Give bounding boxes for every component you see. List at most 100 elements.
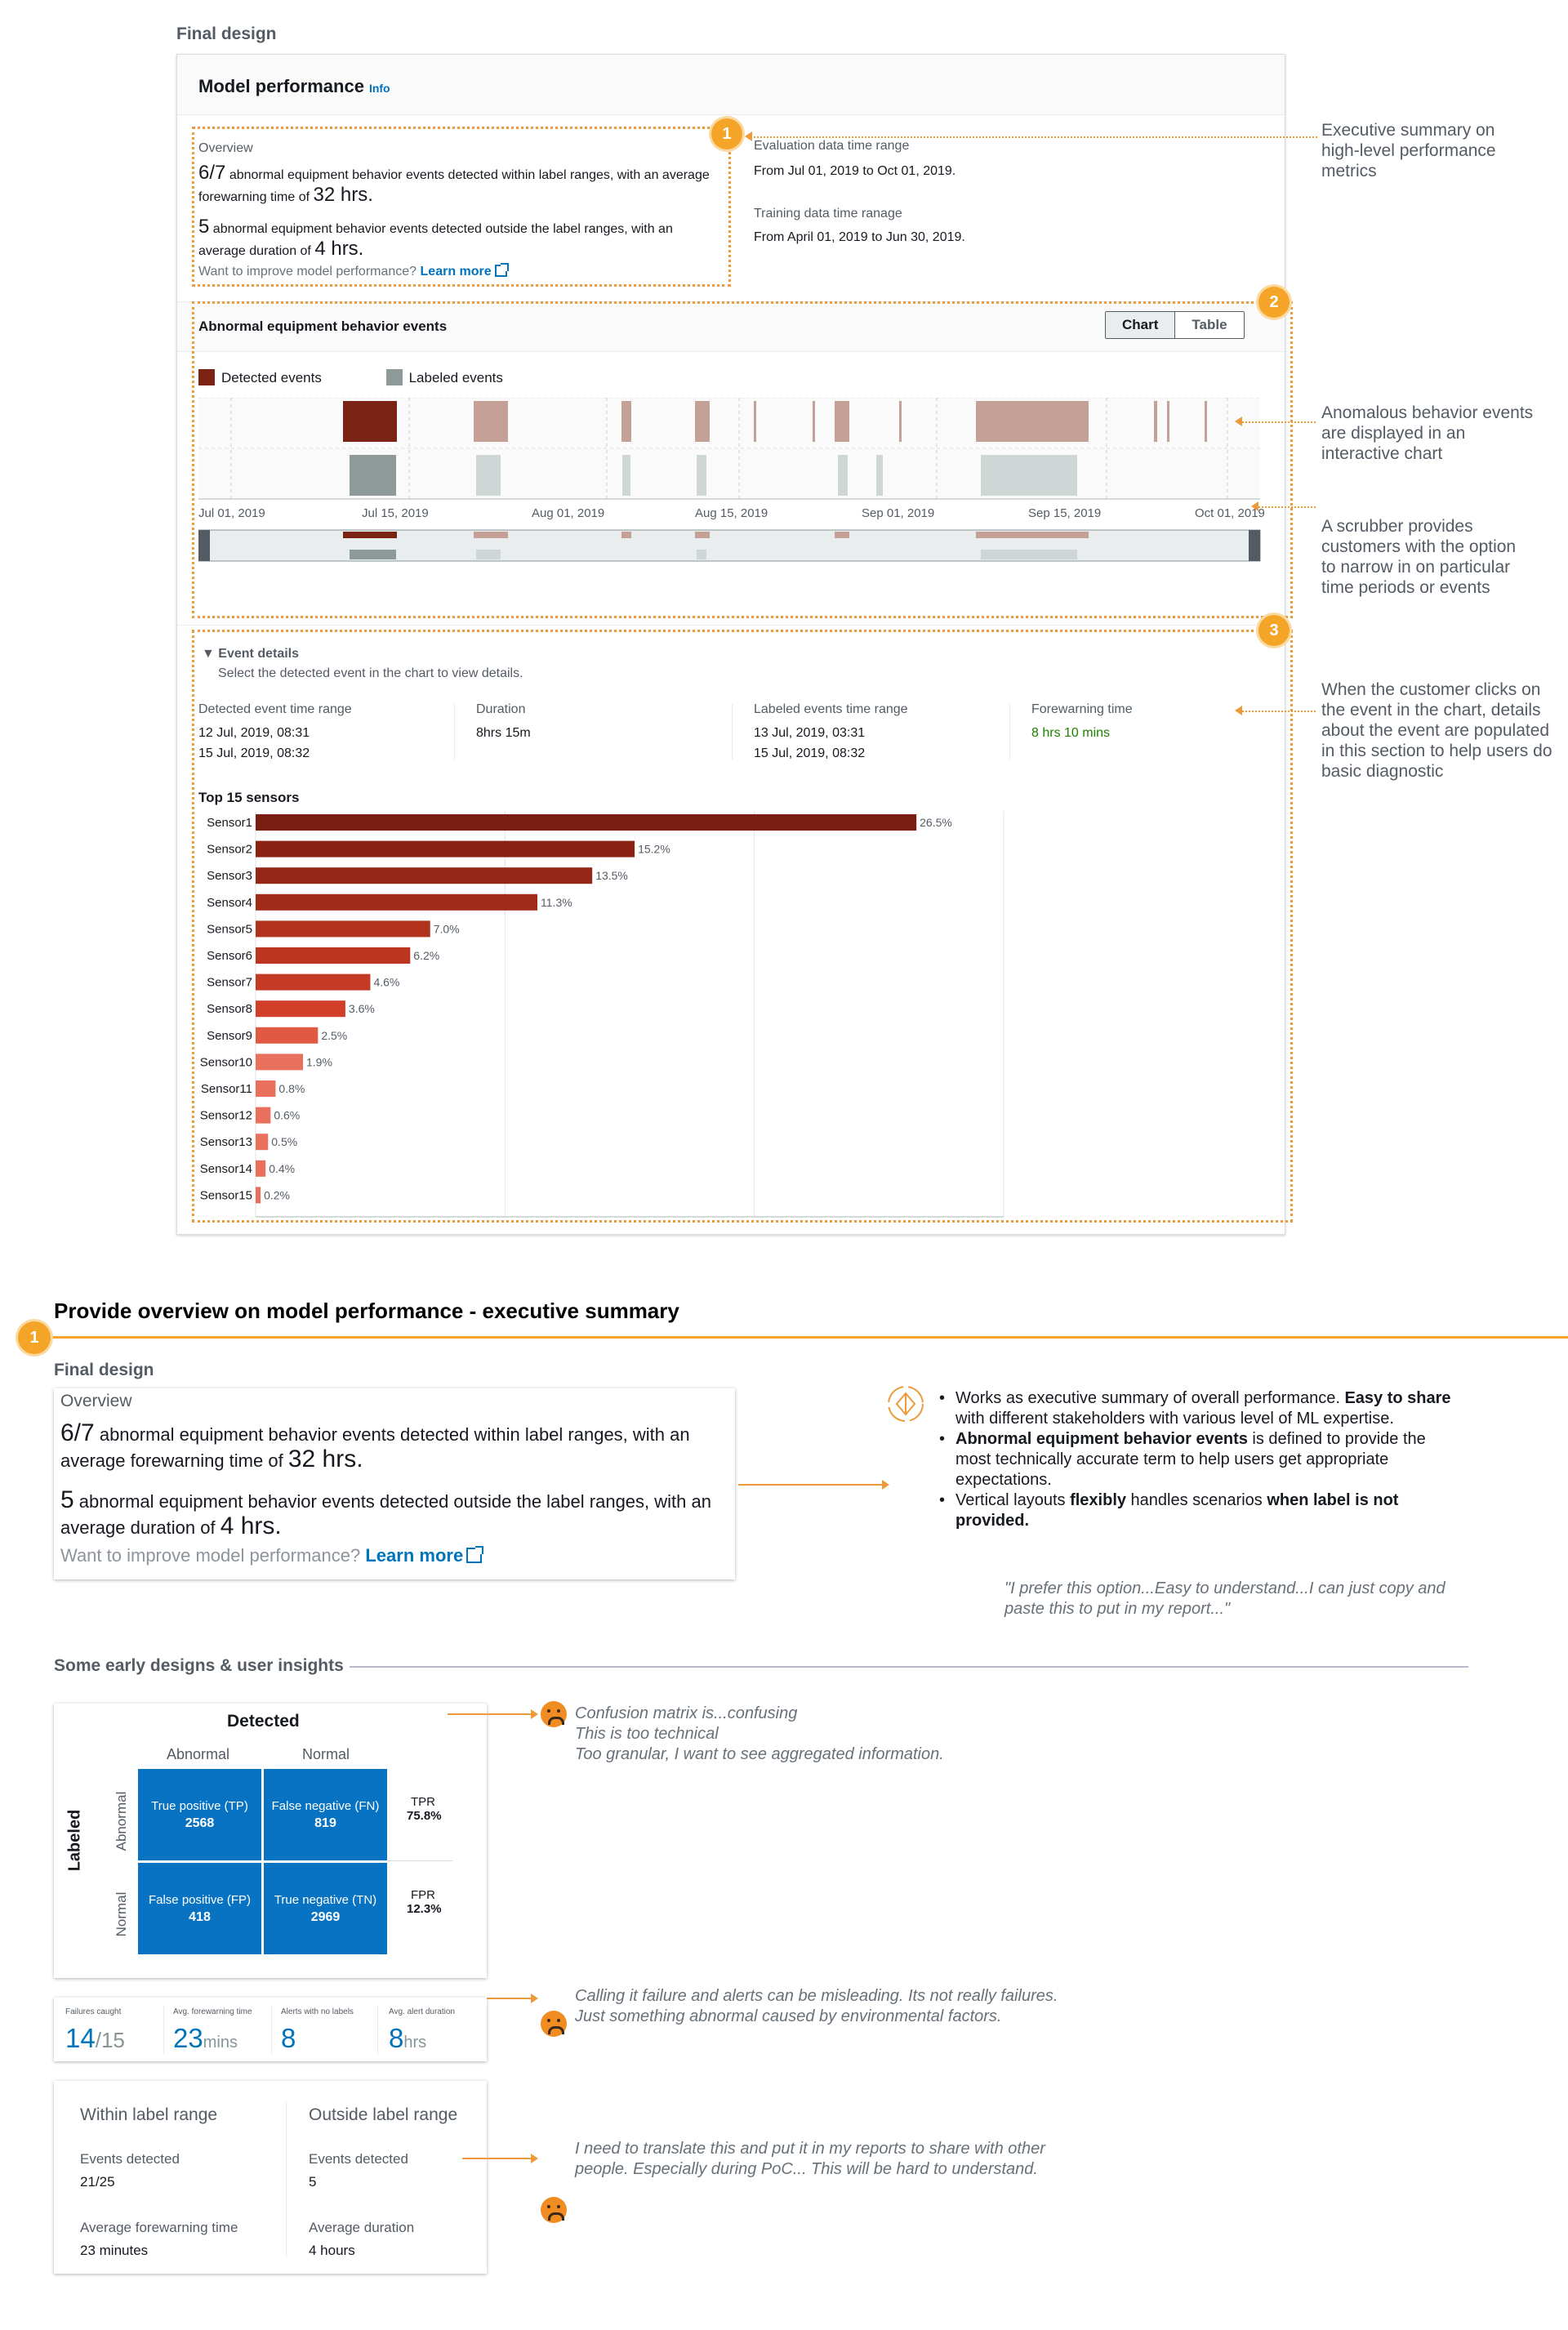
events-timeline[interactable]: Jul 01, 2019 Jul 15, 2019 Aug 01, 2019 A… [198, 398, 1285, 618]
metric-divider [163, 2006, 164, 2055]
cm-fn-value: 819 [314, 1815, 336, 1830]
improve-text: Want to improve model performance? [198, 265, 417, 278]
annotation-4-connector [1240, 711, 1316, 712]
range-insight-line: I need to translate this and put it in m… [575, 2140, 1045, 2158]
sensor-label: Sensor2 [207, 843, 252, 857]
tick-aug15: Aug 15, 2019 [695, 506, 768, 520]
badge-2: 2 [1258, 287, 1290, 318]
sensor-label: Sensor10 [200, 1055, 252, 1069]
bar-value-label: 0.6% [274, 1109, 300, 1122]
within-title: Within label range [80, 2105, 218, 2124]
cm-insight: Confusion matrix is...confusing This is … [575, 1704, 1147, 1765]
tick-jul01: Jul 01, 2019 [198, 506, 265, 520]
duration-value-detail: 8hrs 15m [476, 726, 531, 740]
legend-detected-swatch [198, 369, 215, 385]
forewarning-time-value: 8 hrs 10 mins [1031, 726, 1111, 740]
sensor-label: Sensor5 [207, 922, 252, 936]
top15-title: Top 15 sensors [198, 790, 300, 805]
final-design-label: Final design [176, 25, 277, 43]
cm-tpr-label: TPR [411, 1795, 435, 1809]
metric-item: Avg. alert duration 8hrs [389, 2007, 485, 2054]
benefit-bold: Abnormal equipment behavior events [956, 1430, 1248, 1448]
chart-toggle-button[interactable]: Chart [1106, 312, 1176, 338]
eval-value: From Jul 01, 2019 to Oct 01, 2019. [754, 164, 956, 178]
benefit-item: • Vertical layouts flexibly handles scena… [939, 1491, 1399, 1530]
outside-events-label: Events detected [309, 2151, 408, 2167]
cm-col-abnormal: Abnormal [167, 1746, 230, 1762]
section-heading: Provide overview on model performance - … [54, 1299, 679, 1323]
card-outside-count: 5 [60, 1486, 74, 1513]
event-details-title: Event details [218, 647, 299, 661]
event-details-toggle[interactable]: ▼ Event details [202, 647, 299, 662]
learn-more-link[interactable]: Learn more [421, 265, 492, 278]
frown-icon [541, 2011, 567, 2037]
bar-value-label: 6.2% [413, 949, 439, 962]
info-link[interactable]: Info [369, 82, 390, 95]
legend-labeled-label: Labeled events [408, 370, 503, 385]
cm-row-axis: Labeled [65, 1809, 84, 1872]
metric-value: 8 [389, 2023, 404, 2053]
cm-connector [448, 1713, 531, 1715]
confusion-matrix-card: Detected Abnormal Normal Labeled Abnorma… [54, 1704, 487, 1978]
metrics-connector [487, 1998, 531, 1999]
sensor-bar [256, 1107, 271, 1124]
divider [732, 704, 733, 760]
sensor-bar [256, 1160, 266, 1177]
avg-forewarning-label: Average forewarning time [80, 2220, 238, 2235]
badge-3: 3 [1258, 615, 1290, 646]
events-title: Abnormal equipment behavior events [198, 319, 448, 334]
cm-tp-label: True positive (TP) [151, 1798, 248, 1813]
early-designs-rule [350, 1666, 1468, 1668]
arrow-icon [882, 1480, 889, 1490]
forewarning-value: 32 hrs. [313, 184, 373, 206]
card-learn-more-link[interactable]: Learn more [365, 1545, 463, 1566]
detected-range-start: 12 Jul, 2019, 08:31 [198, 726, 310, 740]
card-line-2: 5 abnormal equipment behavior events det… [60, 1488, 730, 1540]
sensor-bar [256, 1054, 304, 1071]
scrubber-left-handle[interactable] [198, 530, 210, 561]
metric-value: 14 [65, 2023, 96, 2053]
metric-label: Failures caught [65, 2007, 122, 2016]
benefit-item: • Works as executive summary of overall p… [939, 1389, 1451, 1428]
train-value: From April 01, 2019 to Jun 30, 2019. [754, 230, 965, 244]
sensor-label: Sensor3 [207, 869, 252, 883]
avg-forewarning-value: 23 minutes [80, 2243, 149, 2258]
benefit-bold: flexibly [1070, 1491, 1126, 1509]
metric-item: Alerts with no labels 8 [281, 2007, 379, 2054]
cm-tn-value: 2969 [310, 1909, 341, 1924]
cm-tpr-value: 75.8% [407, 1809, 442, 1823]
final-design-label-2: Final design [54, 1361, 154, 1379]
arrow-icon [1235, 417, 1242, 426]
scrubber[interactable] [198, 529, 1261, 562]
overview-line-1-text: abnormal equipment behavior events detec… [198, 168, 710, 204]
metrics-card: Failures caught 14/15 Avg. forewarning t… [54, 1998, 487, 2061]
cm-cell-tn: True negative (TN) 2969 [264, 1863, 387, 1954]
cm-cell-fp: False positive (FP) 418 [138, 1863, 261, 1954]
metric-label: Avg. alert duration [389, 2007, 455, 2016]
cm-insight-line: Confusion matrix is...confusing [575, 1704, 798, 1722]
sensor-label: Sensor7 [207, 976, 252, 990]
sensor-bar [256, 1134, 269, 1151]
legend-detected-label: Detected events [221, 370, 322, 385]
metrics-insight-line: Calling it failure and alerts can be mis… [575, 1987, 1058, 2005]
avg-duration-value: 4 hours [309, 2243, 355, 2258]
cm-col-normal: Normal [302, 1746, 350, 1762]
within-events-value: 21/25 [80, 2174, 115, 2190]
bar-value-label: 15.2% [638, 843, 670, 856]
table-toggle-button[interactable]: Table [1175, 312, 1244, 338]
detected-range-end: 15 Jul, 2019, 08:32 [198, 746, 310, 760]
metric-item: Avg. forewarning time 23mins [173, 2007, 279, 2054]
range-connector [462, 2158, 531, 2159]
sensor-bar [256, 840, 635, 858]
cm-fn-label: False negative (FN) [271, 1798, 380, 1813]
sensor-label: Sensor15 [200, 1188, 252, 1202]
scrubber-right-handle[interactable] [1249, 530, 1260, 561]
metric-divider [377, 2006, 378, 2055]
badge-1: 1 [711, 118, 742, 149]
external-link-icon [466, 1546, 484, 1563]
metric-unit: hrs [403, 2034, 427, 2052]
labeled-range-end: 15 Jul, 2019, 08:32 [754, 746, 866, 760]
bar-value-label: 13.5% [595, 869, 628, 882]
card-overview-label: Overview [60, 1392, 132, 1410]
external-link-icon [494, 263, 509, 277]
